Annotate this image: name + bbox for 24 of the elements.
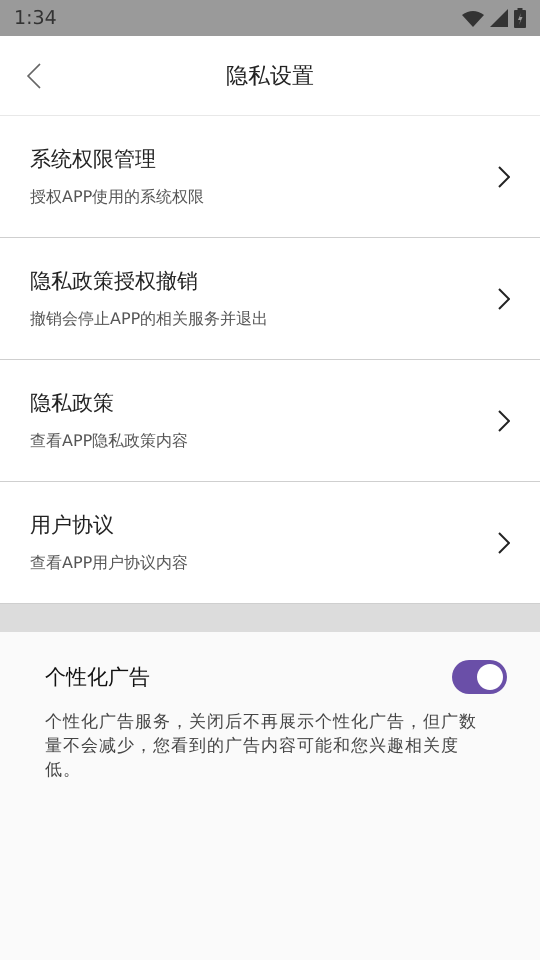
toggle-switch[interactable] — [452, 660, 507, 694]
item-title: 系统权限管理 — [30, 146, 157, 173]
item-subtitle: 授权APP使用的系统权限 — [30, 187, 204, 208]
item-title: 隐私政策授权撤销 — [30, 268, 199, 295]
item-subtitle: 查看APP隐私政策内容 — [30, 431, 188, 452]
item-title: 隐私政策 — [30, 390, 115, 417]
chevron-right-icon — [498, 166, 510, 188]
page-title: 隐私设置 — [226, 62, 314, 90]
status-time: 1:34 — [14, 7, 57, 29]
signal-icon — [490, 9, 508, 27]
battery-icon — [514, 8, 526, 28]
chevron-right-icon — [498, 532, 510, 554]
wifi-icon — [462, 10, 484, 26]
item-subtitle: 撤销会停止APP的相关服务并退出 — [30, 309, 268, 330]
chevron-right-icon — [498, 410, 510, 432]
setting-description: 个性化广告服务，关闭后不再展示个性化广告，但广数量不会减少，您看到的广告内容可能和您兴趣相关度低。 — [45, 711, 478, 782]
item-title: 用户协议 — [30, 512, 115, 539]
chevron-right-icon — [498, 288, 510, 310]
settings-item[interactable]: 用户协议 查看APP用户协议内容 — [0, 482, 540, 604]
setting-title: 个性化广告 — [45, 664, 150, 691]
item-subtitle: 查看APP用户协议内容 — [30, 553, 188, 574]
settings-item[interactable]: 隐私政策 查看APP隐私政策内容 — [0, 360, 540, 482]
settings-item[interactable]: 系统权限管理 授权APP使用的系统权限 — [0, 116, 540, 238]
settings-item[interactable]: 隐私政策授权撤销 撤销会停止APP的相关服务并退出 — [0, 238, 540, 360]
